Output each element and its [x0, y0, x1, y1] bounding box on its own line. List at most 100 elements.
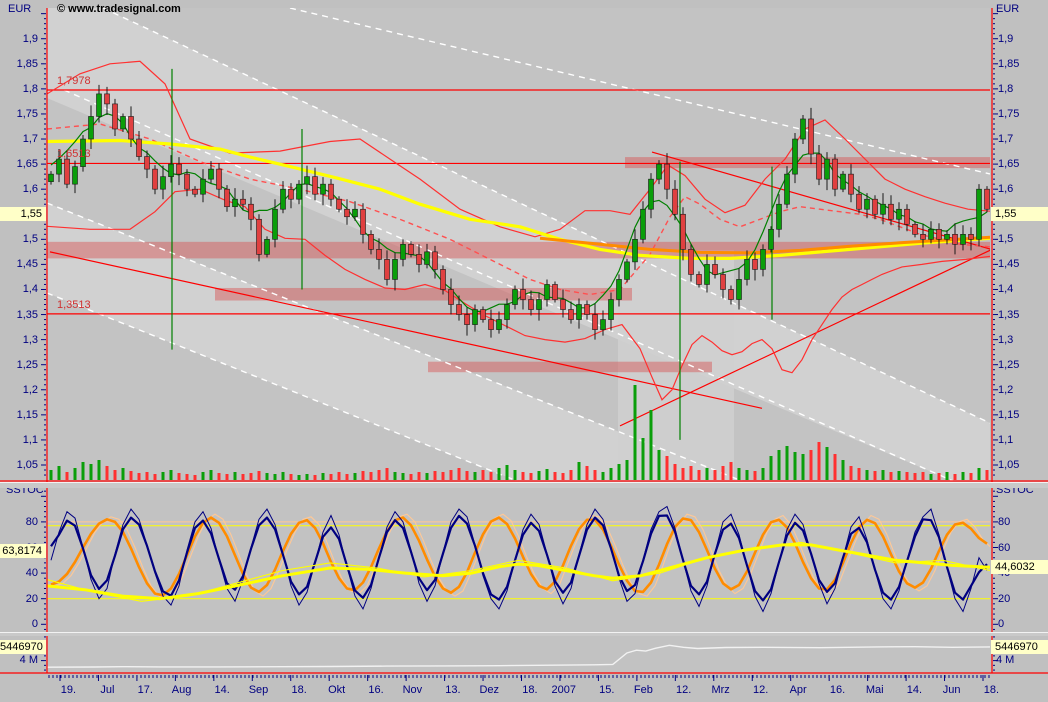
- stoch-tick-label-left: 0: [0, 618, 38, 630]
- price-tick-label-right: 1,7: [998, 133, 1013, 145]
- volume-bar: [762, 468, 765, 480]
- candle-body: [977, 189, 982, 239]
- x-axis-date-label: 12.: [659, 684, 691, 696]
- candle-body: [593, 315, 598, 330]
- candle-body: [649, 179, 654, 209]
- x-axis-date-label: Nov: [390, 684, 422, 696]
- pane-splitter-1[interactable]: [0, 482, 1048, 488]
- price-tick-label-left: 1,4: [0, 283, 38, 295]
- volume-bar: [650, 410, 653, 480]
- volume-bar: [938, 473, 941, 480]
- candle-body: [89, 116, 94, 139]
- candle-body: [417, 254, 422, 264]
- volume-bar: [554, 472, 557, 480]
- volume-bar: [730, 462, 733, 480]
- current-price-box-left: 1,55: [0, 207, 46, 221]
- candle-body: [673, 189, 678, 214]
- candle-body: [465, 315, 470, 325]
- volume-bar: [906, 472, 909, 480]
- volume-bar: [538, 471, 541, 480]
- candle-body: [305, 177, 310, 185]
- volume-gridline-label-right: 4 M: [996, 654, 1014, 666]
- volume-value-box-left: 5446970: [0, 640, 46, 654]
- candle-body: [689, 249, 694, 274]
- volume-bar: [754, 471, 757, 480]
- volume-bar: [562, 473, 565, 480]
- volume-bar: [922, 472, 925, 480]
- candle-body: [513, 289, 518, 304]
- candle-body: [497, 320, 502, 330]
- volume-bar: [738, 468, 741, 480]
- stoch-tick-label-left: 40: [0, 567, 38, 579]
- price-tick-label-left: 1,6: [0, 183, 38, 195]
- volume-bar: [306, 474, 309, 480]
- candle-body: [705, 264, 710, 284]
- candle-body: [449, 289, 454, 304]
- volume-bar: [490, 472, 493, 480]
- volume-line-pane[interactable]: [47, 636, 990, 672]
- price-tick-label-right: 1,9: [998, 33, 1013, 45]
- stochastic-pane[interactable]: [47, 488, 991, 632]
- volume-bar: [418, 472, 421, 480]
- volume-bar: [610, 468, 613, 480]
- candle-body: [65, 159, 70, 184]
- candle-body: [753, 259, 758, 269]
- candle-body: [225, 189, 230, 207]
- stoch-tick-label-right: 60: [998, 542, 1010, 554]
- candle-body: [401, 244, 406, 259]
- volume-bar: [114, 470, 117, 480]
- candle-body: [625, 262, 630, 280]
- candle-body: [73, 167, 78, 185]
- volume-bar: [546, 469, 549, 480]
- volume-bar: [890, 472, 893, 480]
- volume-bar: [354, 473, 357, 480]
- volume-bar: [386, 468, 389, 480]
- volume-bar: [802, 454, 805, 480]
- candle-body: [665, 164, 670, 189]
- stoch-value-box-left: 63,8174: [0, 544, 46, 558]
- candle-body: [945, 234, 950, 239]
- x-axis-date-label: 15.: [582, 684, 614, 696]
- candle-body: [833, 159, 838, 189]
- candle-body: [769, 229, 774, 249]
- x-axis-date-label: Aug: [159, 684, 191, 696]
- left-axis-title: EUR: [8, 3, 31, 15]
- candle-body: [537, 300, 542, 310]
- main-pane[interactable]: [47, 8, 993, 481]
- price-tick-label-left: 1,5: [0, 233, 38, 245]
- volume-bar: [146, 472, 149, 480]
- volume-bar: [218, 473, 221, 480]
- candle-body: [801, 119, 806, 139]
- candle-body: [873, 199, 878, 214]
- candle-body: [681, 214, 686, 249]
- volume-bar: [274, 474, 277, 480]
- volume-bar: [330, 474, 333, 480]
- candle-body: [721, 274, 726, 289]
- x-axis-date-label: 14.: [890, 684, 922, 696]
- price-tick-label-left: 1,75: [0, 108, 38, 120]
- candle-body: [953, 234, 958, 244]
- volume-bar: [706, 468, 709, 480]
- candle-body: [129, 116, 134, 139]
- volume-bar: [586, 466, 589, 480]
- pane-splitter-2[interactable]: [0, 632, 1048, 636]
- volume-bar: [978, 468, 981, 480]
- volume-bar: [970, 473, 973, 480]
- volume-bar: [794, 452, 797, 480]
- volume-bar: [698, 470, 701, 480]
- volume-bar: [746, 470, 749, 480]
- chart-canvas[interactable]: [0, 0, 1048, 702]
- volume-bar: [986, 470, 989, 480]
- price-tick-label-right: 1,8: [998, 83, 1013, 95]
- x-axis-date-label: 19.: [44, 684, 76, 696]
- price-tick-label-right: 1,15: [998, 409, 1019, 421]
- stoch-value-box-right: 44,6032: [991, 560, 1048, 574]
- volume-bar: [426, 473, 429, 480]
- candle-body: [961, 234, 966, 244]
- candle-body: [201, 179, 206, 194]
- candle-body: [897, 209, 902, 219]
- volume-bar: [362, 471, 365, 480]
- candle-body: [145, 157, 150, 170]
- volume-bar: [466, 471, 469, 480]
- candle-body: [289, 189, 294, 199]
